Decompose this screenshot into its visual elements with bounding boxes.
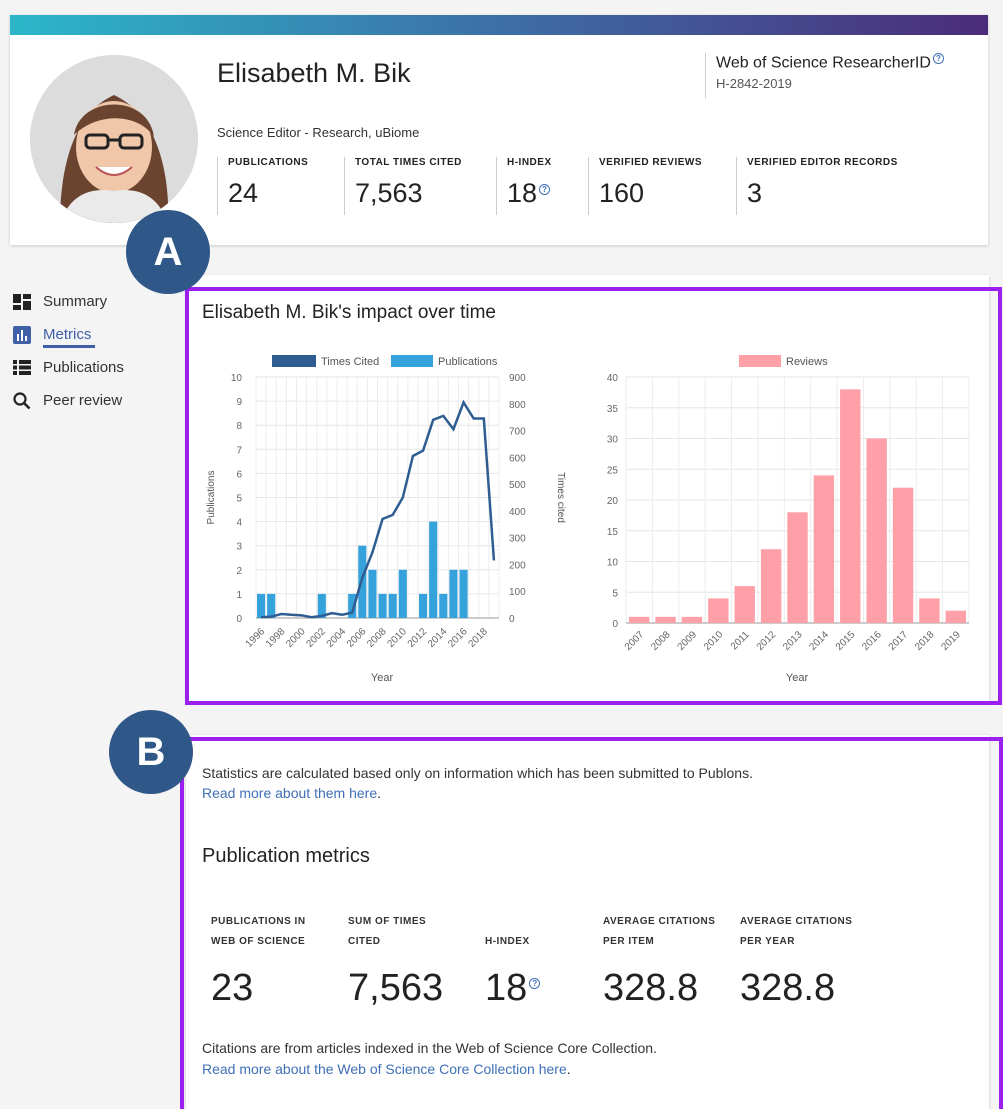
affiliation: Science Editor - Research, uBiome — [217, 125, 420, 140]
stat-value: 7,563 — [355, 178, 423, 208]
help-icon[interactable]: ? — [932, 53, 944, 64]
side-nav: Summary Metrics Publications Peer review — [12, 285, 124, 417]
stat-value: 3 — [747, 178, 763, 208]
researcher-id-value: H-2842-2019 — [716, 76, 792, 92]
nav-label: Summary — [43, 293, 108, 310]
annotation-box-b — [180, 737, 1003, 1109]
nav-item-metrics[interactable]: Metrics — [12, 318, 124, 351]
stat-value: 18 — [507, 178, 538, 208]
stat-value: 160 — [599, 178, 645, 208]
researcher-name: Elisabeth M. Bik — [217, 58, 411, 88]
stat-h-index: H-INDEX 18? — [496, 157, 552, 215]
avatar — [30, 55, 198, 223]
nav-item-peer-review[interactable]: Peer review — [12, 384, 124, 417]
stat-label: H-INDEX — [507, 157, 552, 168]
search-icon — [13, 391, 31, 409]
stat-times-cited: TOTAL TIMES CITED 7,563 — [344, 157, 462, 215]
stat-editor-records: VERIFIED EDITOR RECORDS 3 — [736, 157, 898, 215]
list-icon — [13, 360, 31, 375]
researcher-id-block: Web of Science ResearcherID? H-2842-2019 — [705, 53, 944, 98]
nav-label: Publications — [43, 359, 124, 376]
stat-verified-reviews: VERIFIED REVIEWS 160 — [588, 157, 702, 215]
nav-item-summary[interactable]: Summary — [12, 285, 124, 318]
active-indicator — [43, 345, 95, 348]
annotation-badge-a: A — [126, 210, 210, 294]
help-icon[interactable]: ? — [539, 184, 551, 195]
bar-chart-icon — [13, 325, 31, 344]
annotation-badge-b: B — [109, 710, 193, 794]
stat-label: VERIFIED EDITOR RECORDS — [747, 157, 898, 168]
stat-label: PUBLICATIONS — [228, 157, 309, 168]
researcher-id-label: Web of Science ResearcherID — [716, 54, 931, 72]
nav-label: Metrics — [43, 326, 92, 343]
stat-publications: PUBLICATIONS 24 — [217, 157, 308, 215]
profile-banner — [10, 15, 988, 35]
annotation-box-a — [185, 287, 1002, 705]
dashboard-icon — [13, 293, 31, 310]
stat-label: VERIFIED REVIEWS — [599, 157, 703, 168]
nav-label: Peer review — [43, 392, 123, 409]
stat-value: 24 — [228, 178, 259, 208]
nav-item-publications[interactable]: Publications — [12, 351, 124, 384]
stat-label: TOTAL TIMES CITED — [355, 157, 462, 168]
